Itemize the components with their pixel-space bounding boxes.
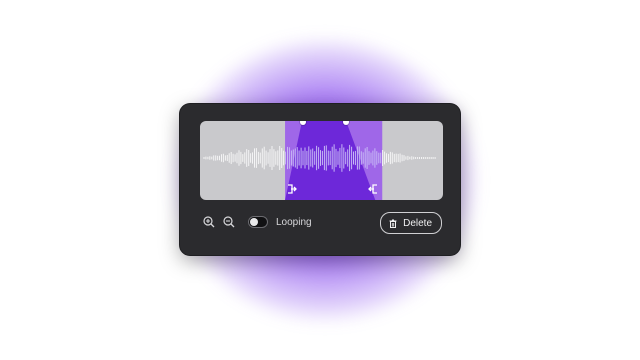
clip-controls: Looping bbox=[202, 212, 312, 232]
waveform bbox=[203, 121, 436, 200]
looping-toggle[interactable] bbox=[248, 216, 268, 228]
marker-out-icon[interactable] bbox=[366, 184, 380, 198]
trash-icon bbox=[389, 219, 397, 228]
waveform-editor[interactable] bbox=[200, 121, 443, 200]
toggle-knob bbox=[250, 218, 258, 226]
marker-in-icon[interactable] bbox=[285, 184, 299, 198]
zoom-in-icon[interactable] bbox=[202, 215, 216, 229]
stage: Looping Delete bbox=[0, 0, 640, 360]
zoom-out-icon[interactable] bbox=[222, 215, 236, 229]
audio-clip-panel: Looping Delete bbox=[180, 104, 460, 255]
delete-button[interactable]: Delete bbox=[380, 212, 442, 234]
delete-label: Delete bbox=[403, 217, 432, 229]
looping-label: Looping bbox=[276, 216, 312, 228]
